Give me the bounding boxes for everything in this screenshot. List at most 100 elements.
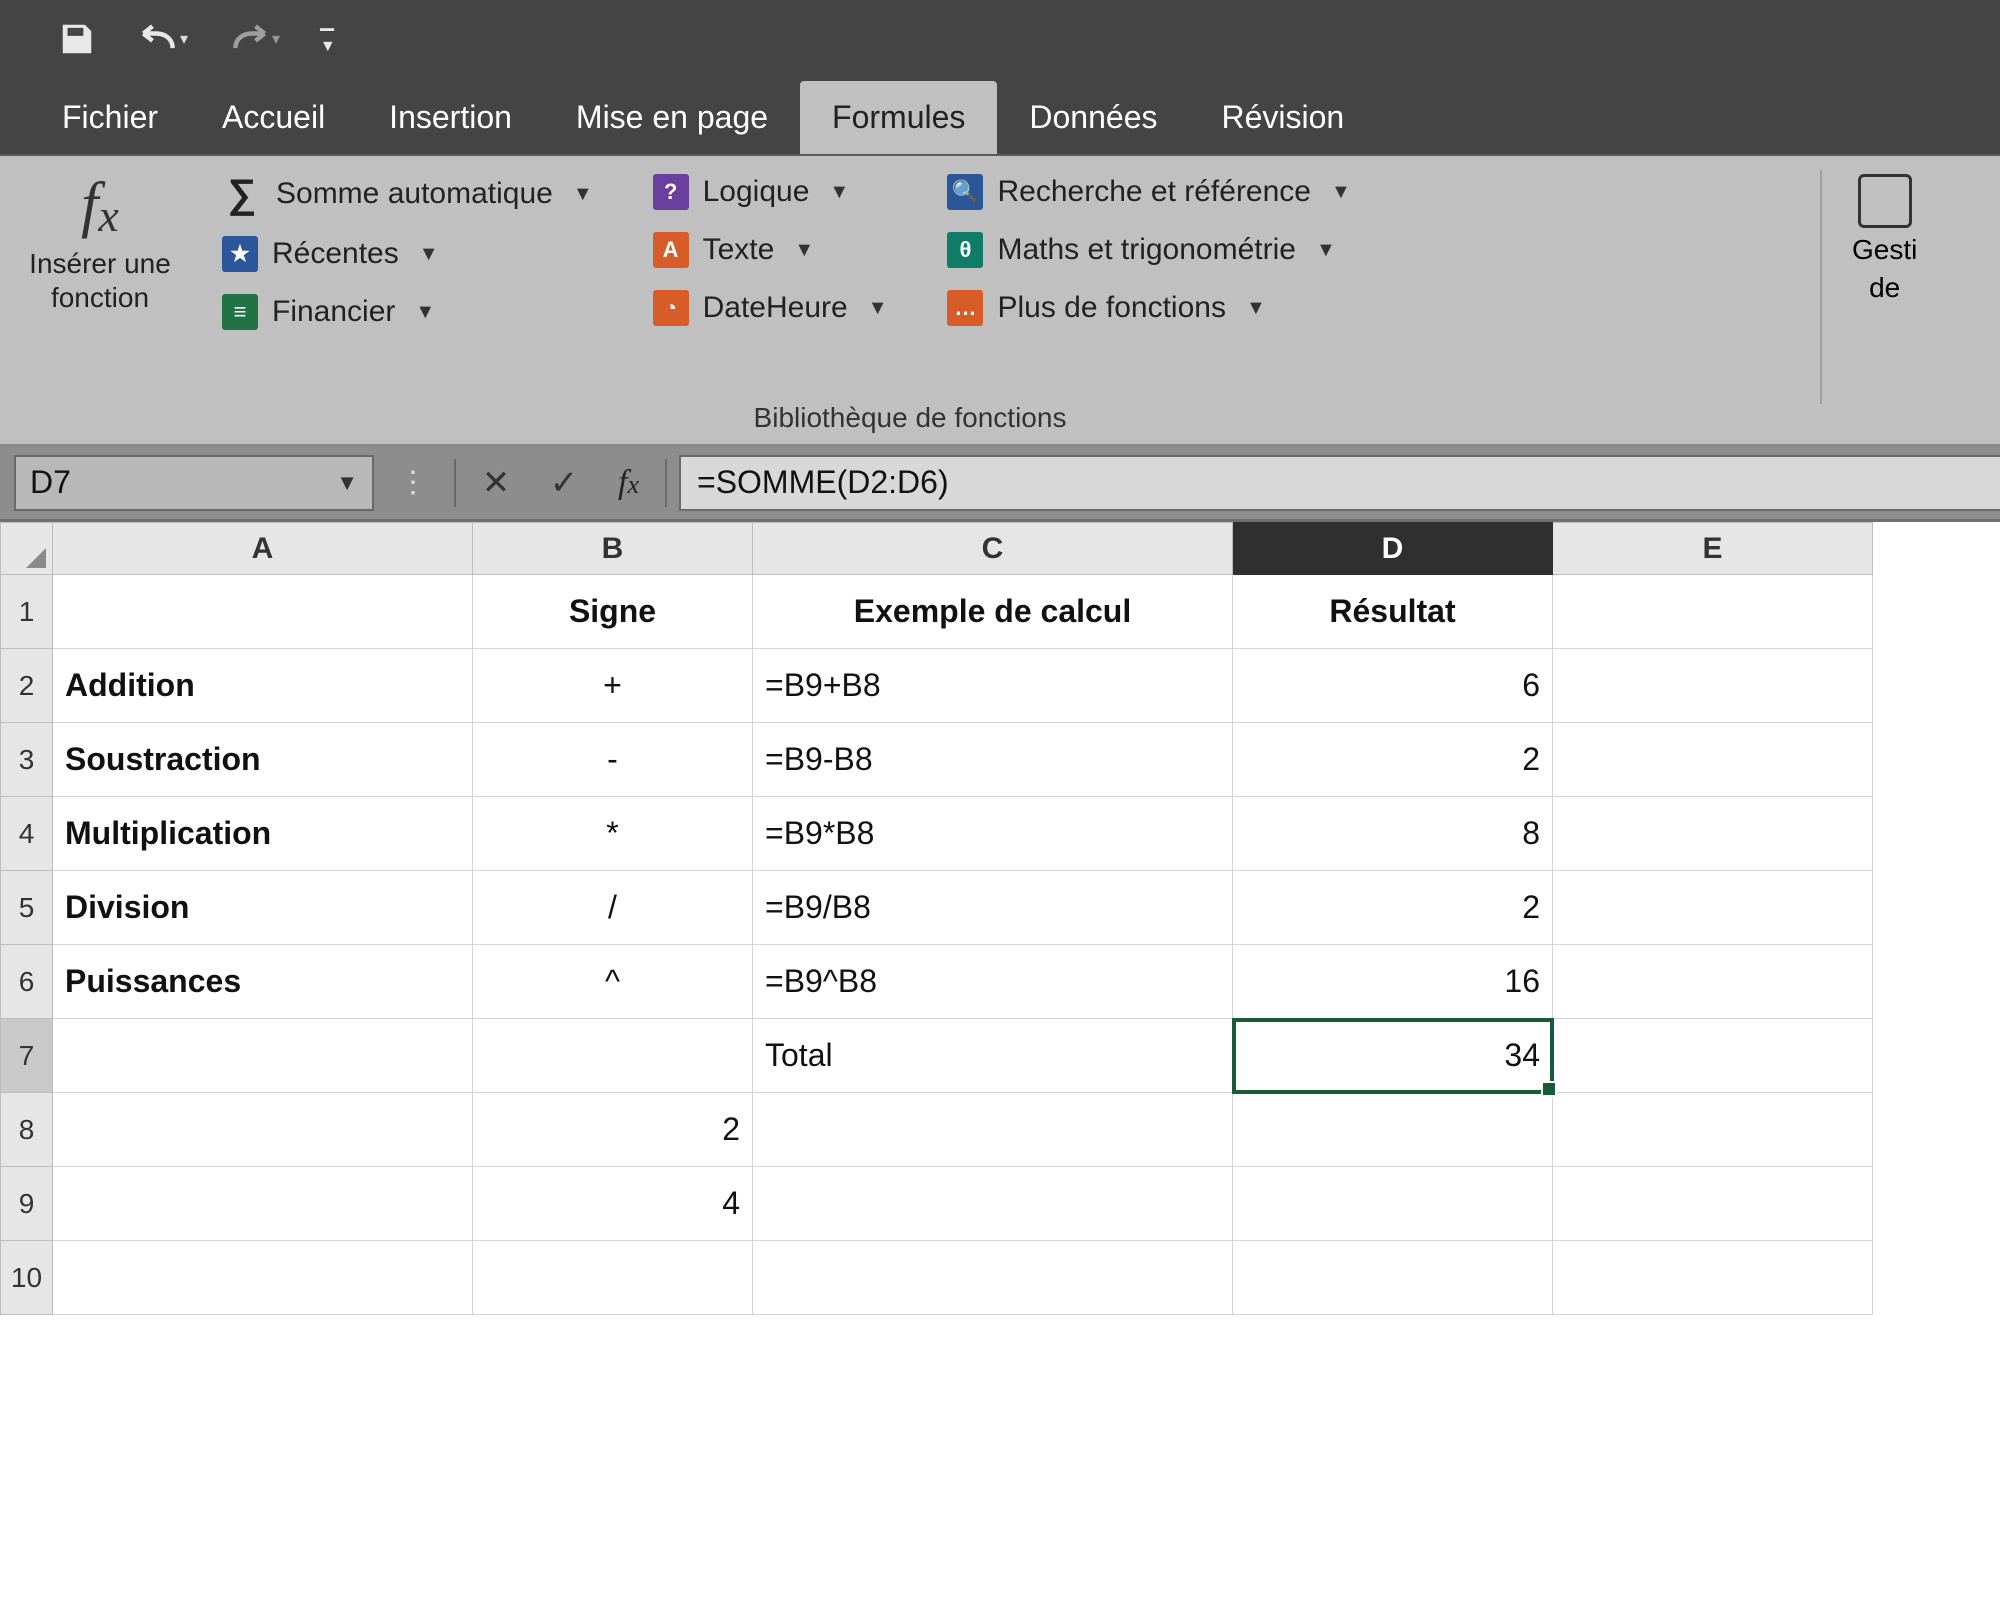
cell-A7[interactable] <box>53 1019 473 1093</box>
insert-function-button[interactable]: fx Insérer une fonction <box>0 170 200 314</box>
cell-A1[interactable] <box>53 575 473 649</box>
tab-mise-en-page[interactable]: Mise en page <box>544 81 800 154</box>
chevron-down-icon[interactable]: ▼ <box>419 243 439 266</box>
cell-E10[interactable] <box>1553 1241 1873 1315</box>
enter-button[interactable]: ✓ <box>536 455 592 511</box>
cell-D9[interactable] <box>1233 1167 1553 1241</box>
cell-B9[interactable]: 4 <box>473 1167 753 1241</box>
cell-B2[interactable]: + <box>473 649 753 723</box>
col-header-D[interactable]: D <box>1233 523 1553 575</box>
redo-button[interactable]: ▾ <box>228 17 280 61</box>
row-header-1[interactable]: 1 <box>1 575 53 649</box>
cell-A3[interactable]: Soustraction <box>53 723 473 797</box>
cell-B8[interactable]: 2 <box>473 1093 753 1167</box>
cell-D7[interactable]: 34 <box>1233 1019 1553 1093</box>
tab-donnees[interactable]: Données <box>997 81 1189 154</box>
chevron-down-icon[interactable]: ▼ <box>415 301 435 324</box>
tab-accueil[interactable]: Accueil <box>190 81 357 154</box>
cell-C6[interactable]: =B9^B8 <box>753 945 1233 1019</box>
cell-D5[interactable]: 2 <box>1233 871 1553 945</box>
cell-B10[interactable] <box>473 1241 753 1315</box>
chevron-down-icon[interactable]: ▼ <box>1331 181 1351 204</box>
chevron-down-icon[interactable]: ▼ <box>1246 297 1266 320</box>
save-button[interactable] <box>58 17 96 61</box>
chevron-down-icon[interactable]: ▾ <box>180 29 188 49</box>
cell-E7[interactable] <box>1553 1019 1873 1093</box>
cell-E8[interactable] <box>1553 1093 1873 1167</box>
cell-C4[interactable]: =B9*B8 <box>753 797 1233 871</box>
fx-icon[interactable]: fx <box>604 464 653 502</box>
row-header-6[interactable]: 6 <box>1 945 53 1019</box>
cell-C5[interactable]: =B9/B8 <box>753 871 1233 945</box>
recent-functions-button[interactable]: ★ Récentes ▼ <box>212 232 603 276</box>
chevron-down-icon[interactable]: ▾ <box>272 29 280 49</box>
cell-B6[interactable]: ^ <box>473 945 753 1019</box>
col-header-B[interactable]: B <box>473 523 753 575</box>
financial-functions-button[interactable]: ≡ Financier ▼ <box>212 290 603 334</box>
cell-D8[interactable] <box>1233 1093 1553 1167</box>
cell-E4[interactable] <box>1553 797 1873 871</box>
cell-A4[interactable]: Multiplication <box>53 797 473 871</box>
cell-A10[interactable] <box>53 1241 473 1315</box>
cell-A9[interactable] <box>53 1167 473 1241</box>
cell-A2[interactable]: Addition <box>53 649 473 723</box>
cell-D4[interactable]: 8 <box>1233 797 1553 871</box>
chevron-down-icon[interactable]: ▼ <box>1316 239 1336 262</box>
cell-E9[interactable] <box>1553 1167 1873 1241</box>
logical-functions-button[interactable]: ? Logique ▼ <box>643 170 898 214</box>
cell-C7[interactable]: Total <box>753 1019 1233 1093</box>
undo-button[interactable]: ▾ <box>136 17 188 61</box>
cell-D2[interactable]: 6 <box>1233 649 1553 723</box>
row-header-7[interactable]: 7 <box>1 1019 53 1093</box>
cell-B7[interactable] <box>473 1019 753 1093</box>
cell-B1[interactable]: Signe <box>473 575 753 649</box>
cell-A8[interactable] <box>53 1093 473 1167</box>
spreadsheet-grid[interactable]: A B C D E 1 Signe Exemple de calcul Résu… <box>0 522 2000 1315</box>
cell-A6[interactable]: Puissances <box>53 945 473 1019</box>
cell-C8[interactable] <box>753 1093 1233 1167</box>
formula-input[interactable]: =SOMME(D2:D6) <box>679 455 2000 511</box>
cell-E1[interactable] <box>1553 575 1873 649</box>
row-header-10[interactable]: 10 <box>1 1241 53 1315</box>
cell-B5[interactable]: / <box>473 871 753 945</box>
text-functions-button[interactable]: A Texte ▼ <box>643 228 898 272</box>
name-box[interactable]: D7 ▼ <box>14 455 374 511</box>
chevron-down-icon[interactable]: ▼ <box>794 239 814 262</box>
cell-E2[interactable] <box>1553 649 1873 723</box>
cell-C9[interactable] <box>753 1167 1233 1241</box>
customize-qat-button[interactable]: ▔ ▼ <box>320 17 336 61</box>
more-functions-button[interactable]: … Plus de fonctions ▼ <box>937 286 1360 330</box>
math-functions-button[interactable]: θ Maths et trigonométrie ▼ <box>937 228 1360 272</box>
row-header-8[interactable]: 8 <box>1 1093 53 1167</box>
cell-D10[interactable] <box>1233 1241 1553 1315</box>
cell-E5[interactable] <box>1553 871 1873 945</box>
row-header-5[interactable]: 5 <box>1 871 53 945</box>
cell-D6[interactable]: 16 <box>1233 945 1553 1019</box>
autosum-button[interactable]: ∑ Somme automatique ▼ <box>212 170 603 218</box>
cancel-button[interactable]: ✕ <box>468 455 524 511</box>
cell-C2[interactable]: =B9+B8 <box>753 649 1233 723</box>
row-header-4[interactable]: 4 <box>1 797 53 871</box>
lookup-functions-button[interactable]: 🔍 Recherche et référence ▼ <box>937 170 1360 214</box>
chevron-down-icon[interactable]: ▼ <box>573 183 593 206</box>
tab-fichier[interactable]: Fichier <box>30 81 190 154</box>
cell-E3[interactable] <box>1553 723 1873 797</box>
col-header-A[interactable]: A <box>53 523 473 575</box>
cell-C3[interactable]: =B9-B8 <box>753 723 1233 797</box>
cell-D1[interactable]: Résultat <box>1233 575 1553 649</box>
cell-B3[interactable]: - <box>473 723 753 797</box>
chevron-down-icon[interactable]: ▼ <box>868 297 888 320</box>
datetime-functions-button[interactable]: ◔ DateHeure ▼ <box>643 286 898 330</box>
select-all-corner[interactable] <box>1 523 53 575</box>
cell-C1[interactable]: Exemple de calcul <box>753 575 1233 649</box>
chevron-down-icon[interactable]: ▼ <box>829 181 849 204</box>
row-header-9[interactable]: 9 <box>1 1167 53 1241</box>
col-header-E[interactable]: E <box>1553 523 1873 575</box>
row-header-2[interactable]: 2 <box>1 649 53 723</box>
chevron-down-icon[interactable]: ▼ <box>336 470 358 496</box>
cell-E6[interactable] <box>1553 945 1873 1019</box>
cell-B4[interactable]: * <box>473 797 753 871</box>
col-header-C[interactable]: C <box>753 523 1233 575</box>
cell-A5[interactable]: Division <box>53 871 473 945</box>
row-header-3[interactable]: 3 <box>1 723 53 797</box>
